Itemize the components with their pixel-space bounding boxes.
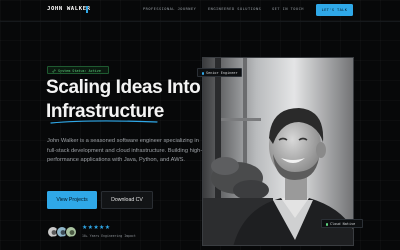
hero-description: John Walker is a seasoned software engin… xyxy=(47,138,203,163)
logo[interactable]: JOHN WALKER xyxy=(47,6,91,12)
download-cv-button[interactable]: Download CV xyxy=(101,191,153,209)
senior-engineer-label: Senior Engineer xyxy=(206,71,238,76)
avatar-stack xyxy=(47,226,79,238)
cloud-native-tag: Cloud Native xyxy=(321,219,363,228)
dot-icon xyxy=(201,72,204,75)
senior-engineer-tag: Senior Engineer xyxy=(197,68,242,77)
link-icon xyxy=(52,69,56,73)
profile-photo xyxy=(202,57,354,246)
view-projects-button[interactable]: View Projects xyxy=(47,191,97,209)
top-navigation: JOHN WALKER PROFESSIONAL JOURNEY ENGINEE… xyxy=(0,0,400,22)
cloud-native-label: Cloud Native xyxy=(330,222,356,227)
status-badge: System Status: Active xyxy=(47,66,109,74)
hero-title: Scaling Ideas Into Infrastructure xyxy=(46,76,206,124)
avatar xyxy=(65,226,77,238)
logo-cursor xyxy=(86,5,88,13)
lets-talk-button[interactable]: LET'S TALK xyxy=(316,4,353,16)
header-divider xyxy=(0,21,400,22)
nav-professional-journey[interactable]: PROFESSIONAL JOURNEY xyxy=(143,7,196,11)
star-rating: ★★★★★ xyxy=(82,225,111,231)
nav-engineered-solutions[interactable]: ENGINEERED SOLUTIONS xyxy=(208,7,261,11)
hero-title-line-1: Scaling Ideas Into xyxy=(46,77,201,98)
dot-icon xyxy=(325,223,328,226)
status-text: System Status: Active xyxy=(58,68,101,73)
title-underline xyxy=(50,120,158,124)
nav-get-in-touch[interactable]: GET IN TOUCH xyxy=(272,7,304,11)
rating-caption: 10+ Years Engineering Impact xyxy=(82,234,136,238)
